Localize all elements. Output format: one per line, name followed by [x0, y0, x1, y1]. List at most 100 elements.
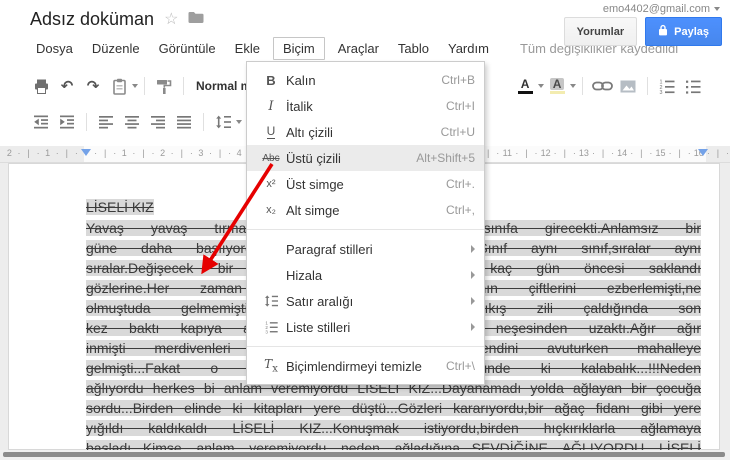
menu-shortcut: Ctrl+I: [445, 99, 475, 113]
menu-item-label: Alt simge: [286, 202, 340, 218]
menubar-item-ara-lar[interactable]: Araçlar: [332, 37, 385, 60]
align-justify-icon[interactable]: [172, 109, 196, 135]
underline-icon: U: [266, 124, 276, 139]
menu-item-bi-imlendirmeyi-temizle[interactable]: Tx Biçimlendirmeyi temizle Ctrl+\: [247, 353, 484, 379]
line-spacing-icon[interactable]: [211, 109, 235, 135]
menu-separator: [247, 346, 484, 347]
text-color-icon[interactable]: A: [513, 73, 537, 99]
menu-item-alt-simge[interactable]: x₂ Alt simge Ctrl+,: [247, 197, 484, 223]
web-clipboard-caret-icon[interactable]: [132, 84, 138, 88]
ruler-tick: |: [103, 148, 107, 158]
comments-button[interactable]: Yorumlar: [563, 17, 638, 46]
paint-format-icon[interactable]: [152, 73, 176, 99]
menubar-item-ekle[interactable]: Ekle: [229, 37, 266, 60]
align-left-icon[interactable]: [94, 109, 118, 135]
folder-icon[interactable]: [188, 11, 204, 29]
ruler-tick: 4: [236, 148, 242, 158]
web-clipboard-icon[interactable]: [107, 73, 131, 99]
doc-line-11[interactable]: yığıldı kaldıkaldı LİSELİ KIZ...Konuşmak…: [86, 418, 701, 438]
ruler-tick: 1: [45, 148, 51, 158]
ruler-tick: 2: [160, 148, 166, 158]
print-icon[interactable]: [29, 73, 53, 99]
account-menu[interactable]: emo4402@gmail.com: [603, 3, 720, 15]
ruler-tick: 12: [540, 148, 551, 158]
subscript-icon: x₂: [266, 204, 276, 216]
menubar-item-d-zenle[interactable]: Düzenle: [86, 37, 146, 60]
ruler-tick: ·: [94, 148, 98, 158]
ruler-tick: ·: [534, 148, 538, 158]
line-spacing-icon: [256, 294, 286, 308]
menubar-item-g-r-nt-le[interactable]: Görüntüle: [153, 37, 222, 60]
ruler-tick: |: [601, 148, 605, 158]
menu-item-liste-stilleri[interactable]: 1 2 3 Liste stilleri: [247, 314, 484, 340]
menu-item-st-simge[interactable]: x² Üst simge Ctrl+.: [247, 171, 484, 197]
text-color-caret-icon[interactable]: [538, 84, 545, 88]
highlight-color-caret-icon[interactable]: [570, 84, 577, 88]
comments-button-label: Yorumlar: [576, 25, 625, 38]
menu-item-label: Liste stilleri: [286, 319, 351, 335]
submenu-arrow-icon: [471, 245, 475, 253]
menu-item-alt-izili[interactable]: U Altı çizili Ctrl+U: [247, 119, 484, 145]
submenu-arrow-icon: [471, 271, 475, 279]
menubar-item-tablo[interactable]: Tablo: [392, 37, 435, 60]
menu-item-label: Üst simge: [286, 176, 344, 192]
clear-formatting-icon: Tx: [264, 357, 278, 375]
menu-item-st-izili[interactable]: Abc Üstü çizili Alt+Shift+5: [247, 145, 484, 171]
menu-item-sat-r-aral[interactable]: Satır aralığı: [247, 288, 484, 314]
document-title[interactable]: Adsız doküman: [30, 9, 154, 30]
align-right-icon[interactable]: [146, 109, 170, 135]
ruler-right-indent-marker[interactable]: [698, 149, 708, 156]
format-menu: B Kalın Ctrl+B I İtalik Ctrl+I U Altı çizili Ctr…: [246, 61, 485, 385]
insert-link-icon[interactable]: [590, 73, 614, 99]
undo-icon[interactable]: ↶: [55, 73, 79, 99]
align-center-icon[interactable]: [120, 109, 144, 135]
ruler-tick: |: [142, 148, 145, 158]
ruler-tick: |: [678, 148, 681, 158]
insert-image-icon[interactable]: [616, 73, 640, 99]
ruler-tick: 1: [121, 148, 127, 158]
ruler-tick: ·: [74, 148, 78, 158]
ruler-tick: ·: [726, 148, 730, 158]
line-spacing-caret-icon[interactable]: [236, 120, 242, 124]
superscript-icon: x²: [266, 178, 276, 190]
redo-icon[interactable]: ↷: [81, 73, 105, 99]
menu-shortcut: Ctrl+B: [441, 73, 475, 87]
ruler-tick: ·: [113, 148, 117, 158]
toolbar-separator: [144, 77, 145, 95]
bulleted-list-icon[interactable]: [681, 73, 705, 99]
menu-item-kal-n[interactable]: B Kalın Ctrl+B: [247, 67, 484, 93]
numbered-list-icon[interactable]: 123: [655, 73, 679, 99]
ruler-tick: ·: [496, 148, 500, 158]
share-button[interactable]: Paylaş: [645, 17, 722, 46]
highlight-color-icon[interactable]: A: [545, 73, 569, 99]
horizontal-scrollbar-thumb[interactable]: [3, 452, 725, 457]
ruler-tick: |: [486, 148, 490, 158]
menu-item-paragraf-stilleri[interactable]: Paragraf stilleri: [247, 236, 484, 262]
menubar-item-dosya[interactable]: Dosya: [30, 37, 79, 60]
ruler-tick: 14: [617, 148, 628, 158]
ruler-tick: |: [27, 148, 30, 158]
google-docs-window: emo4402@gmail.com Adsız doküman ☆ Yoruml…: [0, 0, 730, 460]
ruler-left-indent-marker[interactable]: [81, 149, 91, 156]
ruler-tick: ·: [572, 148, 576, 158]
menubar-item-bi-im[interactable]: Biçim: [272, 36, 325, 60]
increase-indent-icon[interactable]: [55, 109, 79, 135]
ruler-tick: ·: [591, 148, 595, 158]
menu-item-label: Satır aralığı: [286, 293, 354, 309]
star-icon[interactable]: ☆: [164, 11, 178, 28]
menu-item-hizala[interactable]: Hizala: [247, 262, 484, 288]
ruler-tick: ·: [515, 148, 519, 158]
bold-icon: B: [266, 72, 276, 88]
decrease-indent-icon[interactable]: [29, 109, 53, 135]
ruler-tick: |: [65, 148, 69, 158]
ruler-tick: |: [525, 148, 528, 158]
ruler-tick: ·: [208, 148, 212, 158]
toolbar-separator: [582, 77, 584, 95]
doc-line-10[interactable]: sordu...Birden elinde ki kitapları yere …: [86, 398, 701, 418]
menubar-item-yard-m[interactable]: Yardım: [442, 37, 495, 60]
ruler-tick: ·: [553, 148, 557, 158]
strikethrough-icon: Abc: [262, 152, 280, 164]
ruler-tick: |: [218, 148, 222, 158]
menu-item-label: İtalik: [286, 98, 313, 114]
menu-item-i-talik[interactable]: I İtalik Ctrl+I: [247, 93, 484, 119]
